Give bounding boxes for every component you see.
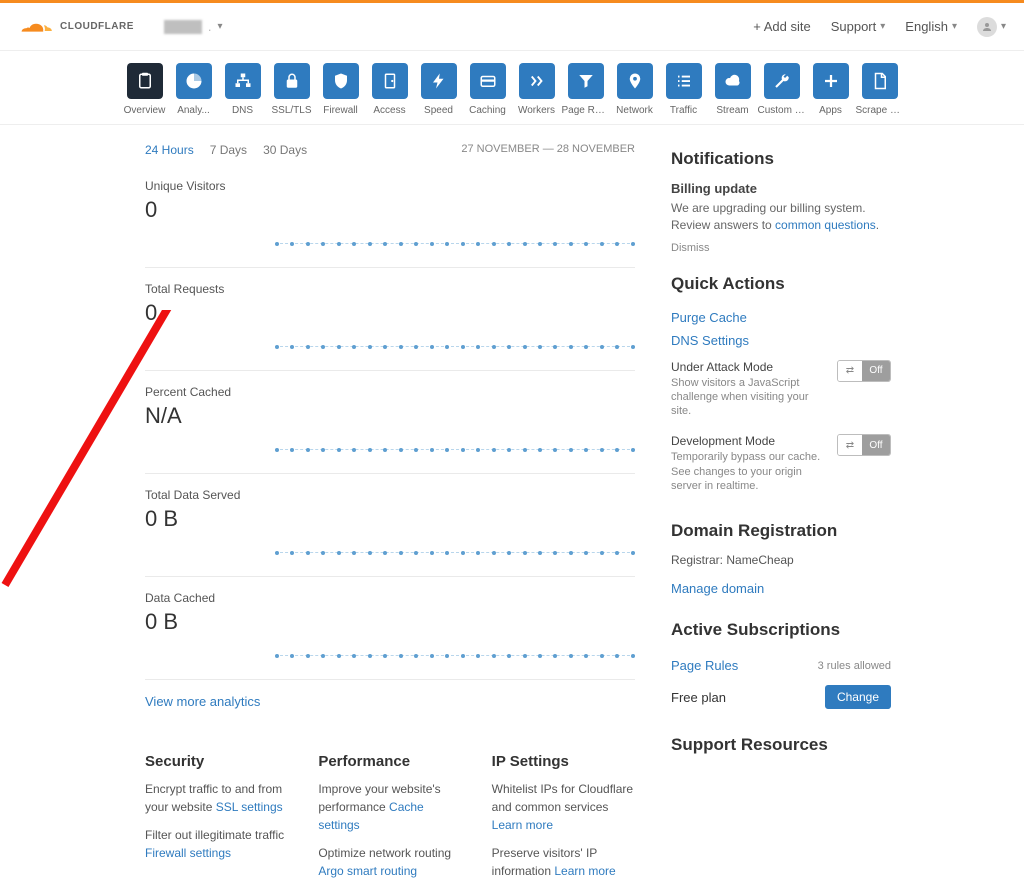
common-questions-link[interactable]: common questions xyxy=(775,218,876,232)
chev-icon xyxy=(519,63,555,99)
support-menu[interactable]: Support ▾ xyxy=(831,19,886,34)
quick-actions-heading: Quick Actions xyxy=(671,274,891,294)
stat-total-data-served: Total Data Served0 B xyxy=(145,474,635,577)
nav-item-custompa[interactable]: Custom Pa... xyxy=(760,63,804,116)
firewall-settings-link[interactable]: Firewall settings xyxy=(145,846,231,860)
stat-total-requests: Total Requests0 xyxy=(145,268,635,371)
card-icon xyxy=(470,63,506,99)
stat-unique-visitors: Unique Visitors0 xyxy=(145,165,635,268)
nav-item-workers[interactable]: Workers xyxy=(515,63,559,116)
mode-under-attack-mode: Under Attack ModeShow visitors a JavaScr… xyxy=(671,352,891,427)
main-nav: OverviewAnaly...DNSSSL/TLSFirewallAccess… xyxy=(0,51,1024,125)
nav-item-traffic[interactable]: Traffic xyxy=(662,63,706,116)
nav-item-stream[interactable]: Stream xyxy=(711,63,755,116)
dismiss-notification[interactable]: Dismiss xyxy=(671,242,891,254)
language-menu[interactable]: English ▾ xyxy=(905,19,957,34)
bolt-icon xyxy=(421,63,457,99)
logo[interactable]: CLOUDFLARE xyxy=(18,18,134,35)
page-rules-link[interactable]: Page Rules xyxy=(671,658,738,673)
view-more-analytics[interactable]: View more analytics xyxy=(145,694,260,709)
purge-cache-link[interactable]: Purge Cache xyxy=(671,306,891,329)
ip-heading: IP Settings xyxy=(492,753,635,770)
nav-item-caching[interactable]: Caching xyxy=(466,63,510,116)
preserve-ip-learn-more[interactable]: Learn more xyxy=(554,864,615,878)
domain-registration-heading: Domain Registration xyxy=(671,521,891,541)
notifications-heading: Notifications xyxy=(671,149,891,169)
tree-icon xyxy=(225,63,261,99)
free-plan-label: Free plan xyxy=(671,690,726,705)
account-menu[interactable]: ▾ xyxy=(977,17,1006,37)
whitelist-learn-more[interactable]: Learn more xyxy=(492,818,553,832)
nav-item-overview[interactable]: Overview xyxy=(123,63,167,116)
stat-percent-cached: Percent CachedN/A xyxy=(145,371,635,474)
list-icon xyxy=(666,63,702,99)
nav-item-apps[interactable]: Apps xyxy=(809,63,853,116)
add-site-button[interactable]: + Add site xyxy=(753,19,810,34)
chevron-down-icon: ▾ xyxy=(218,21,223,32)
mode-development-mode: Development ModeTemporarily bypass our c… xyxy=(671,426,891,501)
performance-heading: Performance xyxy=(318,753,461,770)
notification-title: Billing update xyxy=(671,181,891,196)
nav-item-network[interactable]: Network xyxy=(613,63,657,116)
shield-icon xyxy=(323,63,359,99)
change-plan-button[interactable]: Change xyxy=(825,685,891,709)
pie-icon xyxy=(176,63,212,99)
funnel-icon xyxy=(568,63,604,99)
ssl-settings-link[interactable]: SSL settings xyxy=(216,800,283,814)
stat-data-cached: Data Cached0 B xyxy=(145,577,635,680)
tab-30-days[interactable]: 30 Days xyxy=(263,143,307,157)
page-rules-meta: 3 rules allowed xyxy=(818,660,891,672)
argo-link[interactable]: Argo smart routing xyxy=(318,864,417,878)
file-icon xyxy=(862,63,898,99)
toggle-under-attack-mode[interactable]: ⇄Off xyxy=(837,360,891,382)
manage-domain-link[interactable]: Manage domain xyxy=(671,577,891,600)
security-heading: Security xyxy=(145,753,288,770)
registrar-info: Registrar: NameCheap xyxy=(671,553,891,567)
nav-item-access[interactable]: Access xyxy=(368,63,412,116)
tab-7-days[interactable]: 7 Days xyxy=(210,143,247,157)
nav-item-scrapeshi[interactable]: Scrape Shi... xyxy=(858,63,902,116)
nav-item-dns[interactable]: DNS xyxy=(221,63,265,116)
site-selector[interactable]: . ▾ xyxy=(164,19,223,34)
plus-icon xyxy=(813,63,849,99)
pin-icon xyxy=(617,63,653,99)
dns-settings-link[interactable]: DNS Settings xyxy=(671,329,891,352)
nav-item-firewall[interactable]: Firewall xyxy=(319,63,363,116)
nav-item-ssltls[interactable]: SSL/TLS xyxy=(270,63,314,116)
support-resources-heading: Support Resources xyxy=(671,735,891,755)
clipboard-icon xyxy=(127,63,163,99)
tab-24-hours[interactable]: 24 Hours xyxy=(145,143,194,157)
active-subscriptions-heading: Active Subscriptions xyxy=(671,620,891,640)
date-range: 27 NOVEMBER — 28 NOVEMBER xyxy=(461,143,635,157)
nav-item-analy[interactable]: Analy... xyxy=(172,63,216,116)
nav-item-speed[interactable]: Speed xyxy=(417,63,461,116)
nav-item-pagerules[interactable]: Page Rules xyxy=(564,63,608,116)
door-icon xyxy=(372,63,408,99)
wrench-icon xyxy=(764,63,800,99)
avatar-icon xyxy=(977,17,997,37)
lock-icon xyxy=(274,63,310,99)
cloud-icon xyxy=(715,63,751,99)
toggle-development-mode[interactable]: ⇄Off xyxy=(837,434,891,456)
